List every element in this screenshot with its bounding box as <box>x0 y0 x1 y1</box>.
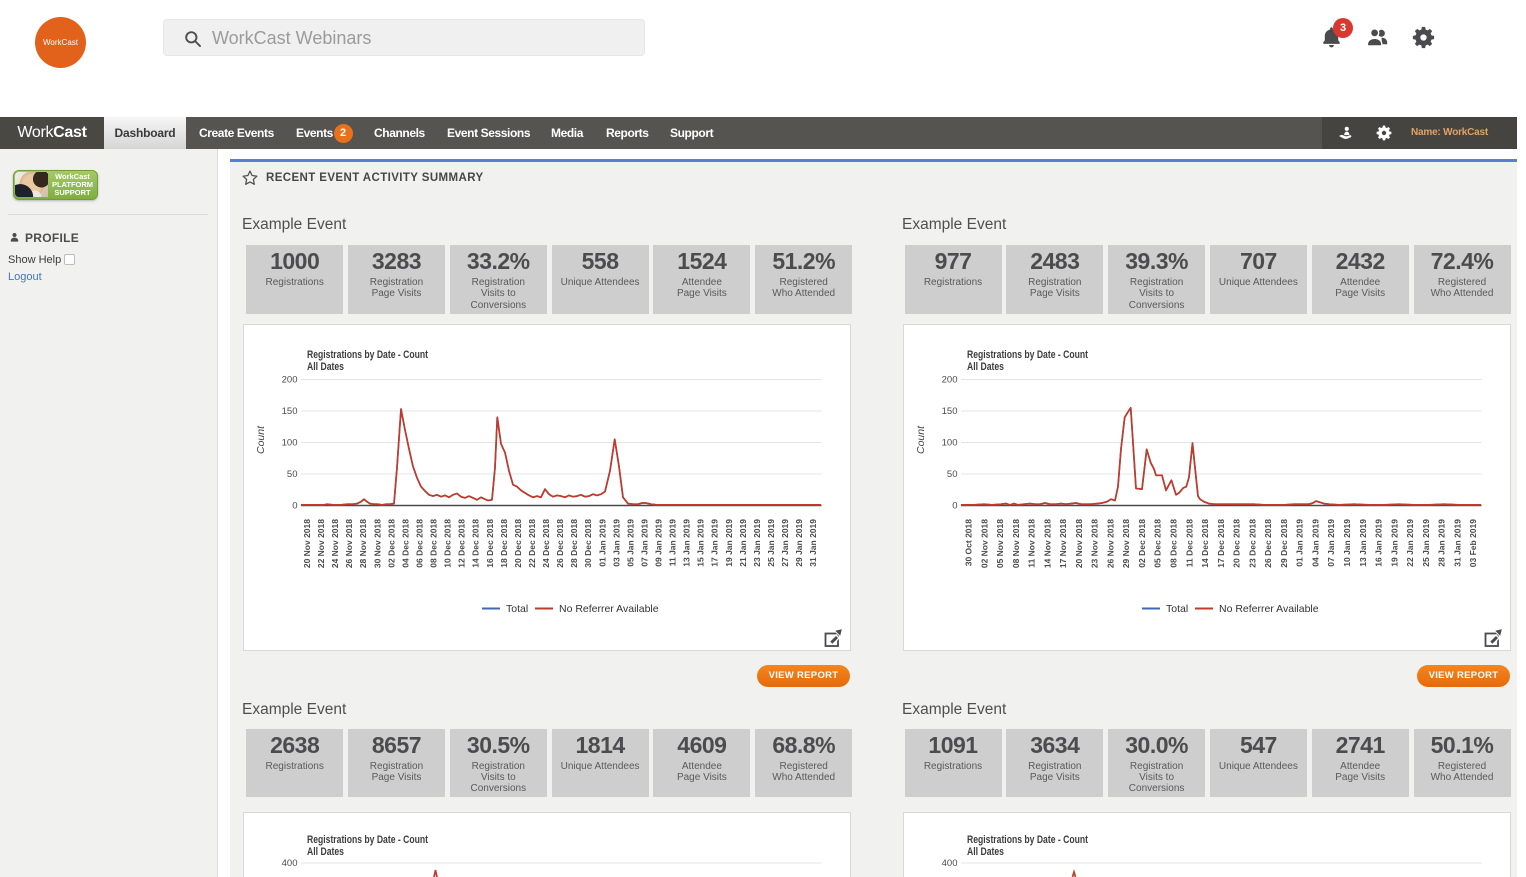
svg-text:28 Dec 2018: 28 Dec 2018 <box>569 518 579 567</box>
svg-text:13 Jan 2019: 13 Jan 2019 <box>1358 518 1368 566</box>
svg-text:Registrations by Date - Count: Registrations by Date - Count <box>967 349 1088 361</box>
svg-text:All Dates: All Dates <box>967 846 1004 858</box>
svg-text:20 Nov 2018: 20 Nov 2018 <box>1074 518 1084 567</box>
svg-text:11 Dec 2018: 11 Dec 2018 <box>1184 518 1194 566</box>
svg-text:13 Jan 2019: 13 Jan 2019 <box>682 518 692 566</box>
svg-text:28 Jan 2019: 28 Jan 2019 <box>1437 518 1447 566</box>
svg-text:29 Jan 2019: 29 Jan 2019 <box>794 518 804 566</box>
svg-text:20 Dec 2018: 20 Dec 2018 <box>513 518 523 567</box>
svg-text:100: 100 <box>942 437 958 448</box>
svg-text:14 Nov 2018: 14 Nov 2018 <box>1042 518 1052 567</box>
svg-text:17 Jan 2019: 17 Jan 2019 <box>710 518 720 566</box>
svg-text:23 Dec 2018: 23 Dec 2018 <box>1247 518 1257 567</box>
svg-text:28 Nov 2018: 28 Nov 2018 <box>358 518 368 567</box>
svg-text:18 Dec 2018: 18 Dec 2018 <box>499 518 509 567</box>
svg-text:01 Jan 2019: 01 Jan 2019 <box>597 518 607 566</box>
svg-text:10 Dec 2018: 10 Dec 2018 <box>443 518 453 567</box>
svg-text:25 Jan 2019: 25 Jan 2019 <box>766 518 776 566</box>
svg-text:03 Jan 2019: 03 Jan 2019 <box>611 518 621 566</box>
svg-text:0: 0 <box>292 500 297 511</box>
svg-text:02 Nov 2018: 02 Nov 2018 <box>979 518 989 567</box>
svg-text:No Referrer Available: No Referrer Available <box>1219 603 1319 615</box>
svg-text:05 Nov 2018: 05 Nov 2018 <box>995 518 1005 567</box>
svg-text:All Dates: All Dates <box>967 361 1004 373</box>
svg-text:50: 50 <box>287 469 298 480</box>
svg-text:150: 150 <box>942 406 958 417</box>
svg-text:No Referrer Available: No Referrer Available <box>559 603 659 615</box>
svg-text:07 Jan 2019: 07 Jan 2019 <box>1326 518 1336 566</box>
svg-text:22 Nov 2018: 22 Nov 2018 <box>316 518 326 567</box>
svg-text:03 Feb 2019: 03 Feb 2019 <box>1468 518 1478 566</box>
svg-text:09 Jan 2019: 09 Jan 2019 <box>654 518 664 566</box>
svg-text:24 Dec 2018: 24 Dec 2018 <box>541 518 551 567</box>
svg-text:05 Dec 2018: 05 Dec 2018 <box>1153 518 1163 567</box>
svg-text:05 Jan 2019: 05 Jan 2019 <box>625 518 635 566</box>
svg-text:14 Dec 2018: 14 Dec 2018 <box>471 518 481 567</box>
svg-text:15 Jan 2019: 15 Jan 2019 <box>696 518 706 566</box>
svg-text:17 Nov 2018: 17 Nov 2018 <box>1058 518 1068 567</box>
svg-text:Total: Total <box>1166 603 1188 615</box>
svg-text:11 Nov 2018: 11 Nov 2018 <box>1027 518 1037 567</box>
svg-text:22 Jan 2019: 22 Jan 2019 <box>1405 518 1415 566</box>
svg-text:400: 400 <box>282 858 298 869</box>
svg-text:30 Oct 2018: 30 Oct 2018 <box>964 518 974 566</box>
svg-text:11 Jan 2019: 11 Jan 2019 <box>668 518 678 566</box>
svg-text:14 Dec 2018: 14 Dec 2018 <box>1200 518 1210 567</box>
svg-text:23 Nov 2018: 23 Nov 2018 <box>1090 518 1100 567</box>
svg-text:23 Jan 2019: 23 Jan 2019 <box>752 518 762 566</box>
svg-text:25 Jan 2019: 25 Jan 2019 <box>1421 518 1431 566</box>
svg-text:30 Dec 2018: 30 Dec 2018 <box>583 518 593 567</box>
svg-text:19 Jan 2019: 19 Jan 2019 <box>724 518 734 566</box>
svg-text:08 Dec 2018: 08 Dec 2018 <box>429 518 439 567</box>
svg-text:22 Dec 2018: 22 Dec 2018 <box>527 518 537 567</box>
svg-text:26 Nov 2018: 26 Nov 2018 <box>1105 518 1115 567</box>
svg-text:200: 200 <box>282 374 298 385</box>
svg-text:20 Dec 2018: 20 Dec 2018 <box>1232 518 1242 567</box>
svg-text:0: 0 <box>952 500 957 511</box>
svg-text:10 Jan 2019: 10 Jan 2019 <box>1342 518 1352 566</box>
svg-text:50: 50 <box>947 469 958 480</box>
svg-text:16 Jan 2019: 16 Jan 2019 <box>1374 518 1384 566</box>
svg-text:All Dates: All Dates <box>307 361 344 373</box>
svg-text:30 Nov 2018: 30 Nov 2018 <box>372 518 382 567</box>
svg-text:400: 400 <box>942 858 958 869</box>
svg-text:24 Nov 2018: 24 Nov 2018 <box>330 518 340 567</box>
svg-text:17 Dec 2018: 17 Dec 2018 <box>1216 518 1226 567</box>
svg-text:100: 100 <box>282 437 298 448</box>
svg-text:26 Dec 2018: 26 Dec 2018 <box>555 518 565 567</box>
svg-text:29 Dec 2018: 29 Dec 2018 <box>1279 518 1289 567</box>
svg-text:16 Dec 2018: 16 Dec 2018 <box>485 518 495 567</box>
svg-text:Total: Total <box>506 603 528 615</box>
svg-text:08 Dec 2018: 08 Dec 2018 <box>1169 518 1179 567</box>
svg-text:Registrations by Date - Count: Registrations by Date - Count <box>307 834 428 846</box>
svg-text:26 Nov 2018: 26 Nov 2018 <box>344 518 354 567</box>
svg-text:31 Jan 2019: 31 Jan 2019 <box>808 518 818 566</box>
svg-text:06 Dec 2018: 06 Dec 2018 <box>415 518 425 567</box>
svg-text:04 Jan 2019: 04 Jan 2019 <box>1310 518 1320 566</box>
svg-text:01 Jan 2019: 01 Jan 2019 <box>1295 518 1305 566</box>
svg-text:08 Nov 2018: 08 Nov 2018 <box>1011 518 1021 567</box>
svg-text:02 Dec 2018: 02 Dec 2018 <box>386 518 396 567</box>
svg-text:19 Jan 2019: 19 Jan 2019 <box>1389 518 1399 566</box>
svg-text:Count: Count <box>915 424 927 453</box>
svg-text:31 Jan 2019: 31 Jan 2019 <box>1452 518 1462 566</box>
svg-text:Registrations by Date - Count: Registrations by Date - Count <box>307 349 428 361</box>
svg-text:02 Dec 2018: 02 Dec 2018 <box>1137 518 1147 567</box>
svg-text:07 Jan 2019: 07 Jan 2019 <box>639 518 649 566</box>
svg-text:29 Nov 2018: 29 Nov 2018 <box>1121 518 1131 567</box>
svg-text:Count: Count <box>255 424 267 453</box>
svg-text:150: 150 <box>282 406 298 417</box>
svg-text:04 Dec 2018: 04 Dec 2018 <box>400 518 410 567</box>
svg-text:27 Jan 2019: 27 Jan 2019 <box>780 518 790 566</box>
svg-text:All Dates: All Dates <box>307 846 344 858</box>
svg-text:Registrations by Date - Count: Registrations by Date - Count <box>967 834 1088 846</box>
svg-text:200: 200 <box>942 374 958 385</box>
svg-text:20 Nov 2018: 20 Nov 2018 <box>302 518 312 567</box>
svg-text:12 Dec 2018: 12 Dec 2018 <box>457 518 467 567</box>
svg-text:21 Jan 2019: 21 Jan 2019 <box>738 518 748 566</box>
svg-text:26 Dec 2018: 26 Dec 2018 <box>1263 518 1273 567</box>
